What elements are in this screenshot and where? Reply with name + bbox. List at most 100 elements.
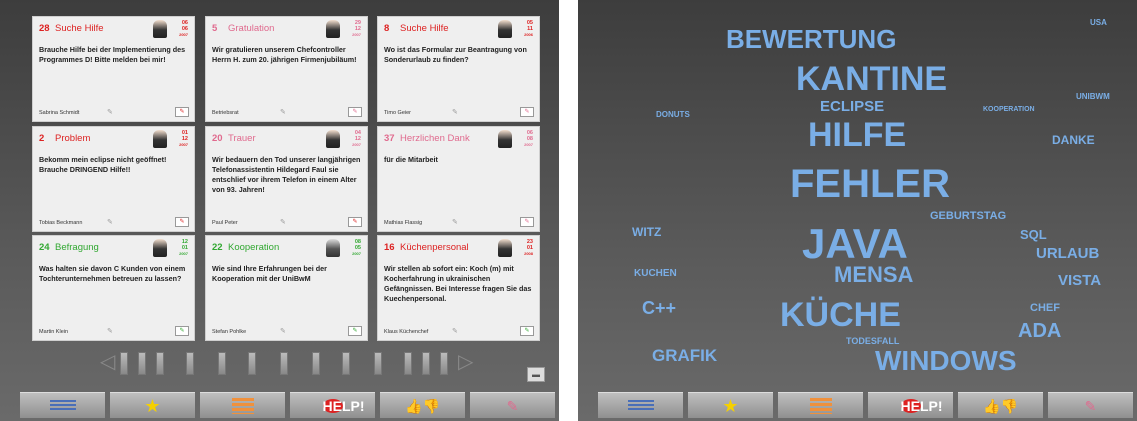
- note-card[interactable]: 24 Befragung 12 01 2007 Was halten sie dav…: [32, 235, 195, 341]
- tag-word[interactable]: FEHLER: [790, 162, 950, 207]
- page-tab[interactable]: [120, 352, 128, 375]
- avatar: [326, 130, 340, 148]
- page-tab[interactable]: [440, 352, 448, 375]
- note-card[interactable]: 28 Suche Hilfe 06 06 2007 Brauche Hilfe be…: [32, 16, 195, 122]
- note-body: für die Mitarbeit: [384, 155, 438, 164]
- favorites-button[interactable]: ★: [688, 392, 773, 418]
- note-date: 23 01 2008: [524, 239, 533, 256]
- tag-word[interactable]: SQL: [1020, 227, 1047, 242]
- note-date: 06 08 2007: [524, 130, 533, 147]
- tag-word[interactable]: USA: [1090, 18, 1107, 27]
- vote-button[interactable]: 👍👎: [380, 392, 465, 418]
- note-body: Brauche Hilfe bei der Implementierung de…: [39, 45, 186, 64]
- note-title: Befragung: [55, 242, 99, 253]
- page-tab[interactable]: [374, 352, 382, 375]
- tag-word[interactable]: DONUTS: [656, 110, 690, 119]
- page-tab[interactable]: [138, 352, 146, 375]
- rating-icon[interactable]: ✎: [520, 107, 534, 117]
- page-tab[interactable]: [404, 352, 412, 375]
- tag-word[interactable]: WINDOWS: [875, 345, 1017, 377]
- favorites-button[interactable]: ★: [110, 392, 195, 418]
- note-card[interactable]: 16 Küchenpersonal 23 01 2008 Wir stellen a…: [377, 235, 540, 341]
- tag-word[interactable]: GEBURTSTAG: [930, 210, 1006, 222]
- note-title: Gratulation: [228, 23, 275, 34]
- note-title: Problem: [55, 133, 91, 144]
- avatar: [498, 20, 512, 38]
- rating-icon[interactable]: ✎: [520, 217, 534, 227]
- tag-word[interactable]: JAVA: [802, 220, 908, 268]
- help-button[interactable]: HELP!: [290, 392, 375, 418]
- tag-word[interactable]: ECLIPSE: [820, 98, 884, 115]
- tag-word[interactable]: MENSA: [834, 262, 913, 288]
- write-button[interactable]: ✎: [1048, 392, 1133, 418]
- tag-word[interactable]: DANKE: [1052, 133, 1095, 147]
- rating-icon[interactable]: ✎: [175, 107, 189, 117]
- tag-word[interactable]: ADA: [1018, 320, 1061, 343]
- page-tab[interactable]: [280, 352, 288, 375]
- star-icon: ★: [144, 395, 161, 416]
- vote-button[interactable]: 👍👎: [958, 392, 1043, 418]
- note-card[interactable]: 20 Trauer 04 12 2007 Wir bedauern den Tod …: [205, 126, 368, 232]
- page-tab[interactable]: [422, 352, 430, 375]
- note-card[interactable]: 37 Herzlichen Dank 06 08 2007 für die Mita…: [377, 126, 540, 232]
- pinboard-panel: 28 Suche Hilfe 06 06 2007 Brauche Hilfe be…: [0, 0, 559, 421]
- tag-word[interactable]: HILFE: [808, 116, 906, 155]
- page-tab[interactable]: [342, 352, 350, 375]
- rating-icon[interactable]: ✎: [348, 107, 362, 117]
- tag-word[interactable]: GRAFIK: [652, 346, 717, 366]
- paperclip-icon: ✎: [280, 328, 286, 335]
- tag-word[interactable]: BEWERTUNG: [726, 24, 896, 55]
- note-title: Suche Hilfe: [400, 23, 449, 34]
- help-button[interactable]: HELP!: [868, 392, 953, 418]
- note-body: Wie sind Ihre Erfahrungen bei der Kooper…: [212, 264, 327, 283]
- note-card[interactable]: 22 Kooperation 08 05 2007 Wie sind Ihre Er…: [205, 235, 368, 341]
- tag-word[interactable]: CHEF: [1030, 302, 1060, 314]
- page-tab[interactable]: [218, 352, 226, 375]
- avatar: [153, 130, 167, 148]
- ranking-button[interactable]: [200, 392, 285, 418]
- note-author: Sabrina Schmidt: [39, 110, 80, 116]
- note-number: 2: [39, 133, 45, 144]
- note-card[interactable]: 8 Suche Hilfe 05 11 2006 Wo ist das Formul…: [377, 16, 540, 122]
- note-date: 06 06 2007: [179, 20, 188, 37]
- tag-word[interactable]: KANTINE: [796, 60, 947, 99]
- note-number: 28: [39, 23, 50, 34]
- rating-icon[interactable]: ✎: [520, 326, 534, 336]
- note-card[interactable]: 5 Gratulation 29 12 2007 Wir gratulieren u…: [205, 16, 368, 122]
- note-title: Trauer: [228, 133, 256, 144]
- list-view-button[interactable]: [598, 392, 683, 418]
- pen-icon: ✎: [506, 397, 519, 414]
- note-body: Wir stellen ab sofort ein: Koch (m) mit …: [384, 264, 532, 303]
- rating-icon[interactable]: ✎: [175, 326, 189, 336]
- page-slider[interactable]: ◁ ▷: [100, 352, 480, 375]
- page-tab[interactable]: [248, 352, 256, 375]
- bar-chart-icon: [231, 397, 254, 414]
- paperclip-icon: ✎: [452, 328, 458, 335]
- minimize-button[interactable]: ▬: [527, 367, 545, 382]
- rating-icon[interactable]: ✎: [348, 326, 362, 336]
- tag-word[interactable]: URLAUB: [1036, 245, 1099, 262]
- write-button[interactable]: ✎: [470, 392, 555, 418]
- tag-word[interactable]: KOOPERATION: [983, 106, 1035, 113]
- rating-icon[interactable]: ✎: [348, 217, 362, 227]
- tag-word[interactable]: C++: [642, 298, 676, 319]
- paperclip-icon: ✎: [107, 109, 113, 116]
- help-icon: HELP!: [900, 397, 943, 414]
- tag-word[interactable]: KÜCHE: [780, 296, 901, 335]
- tag-word[interactable]: UNIBWM: [1076, 92, 1110, 101]
- ranking-button[interactable]: [778, 392, 863, 418]
- page-tab[interactable]: [312, 352, 320, 375]
- prev-page-arrow-icon[interactable]: ◁: [100, 352, 115, 373]
- rating-icon[interactable]: ✎: [175, 217, 189, 227]
- paperclip-icon: ✎: [452, 219, 458, 226]
- tag-word[interactable]: WITZ: [632, 225, 661, 239]
- list-view-button[interactable]: [20, 392, 105, 418]
- note-body: Wir bedauern den Tod unserer langjährige…: [212, 155, 361, 194]
- tag-word[interactable]: VISTA: [1058, 272, 1101, 289]
- tag-word[interactable]: KUCHEN: [634, 268, 677, 279]
- paperclip-icon: ✎: [107, 328, 113, 335]
- note-card[interactable]: 2 Problem 01 12 2007 Bekomm mein eclipse n…: [32, 126, 195, 232]
- page-tab[interactable]: [156, 352, 164, 375]
- next-page-arrow-icon[interactable]: ▷: [458, 352, 473, 373]
- page-tab[interactable]: [186, 352, 194, 375]
